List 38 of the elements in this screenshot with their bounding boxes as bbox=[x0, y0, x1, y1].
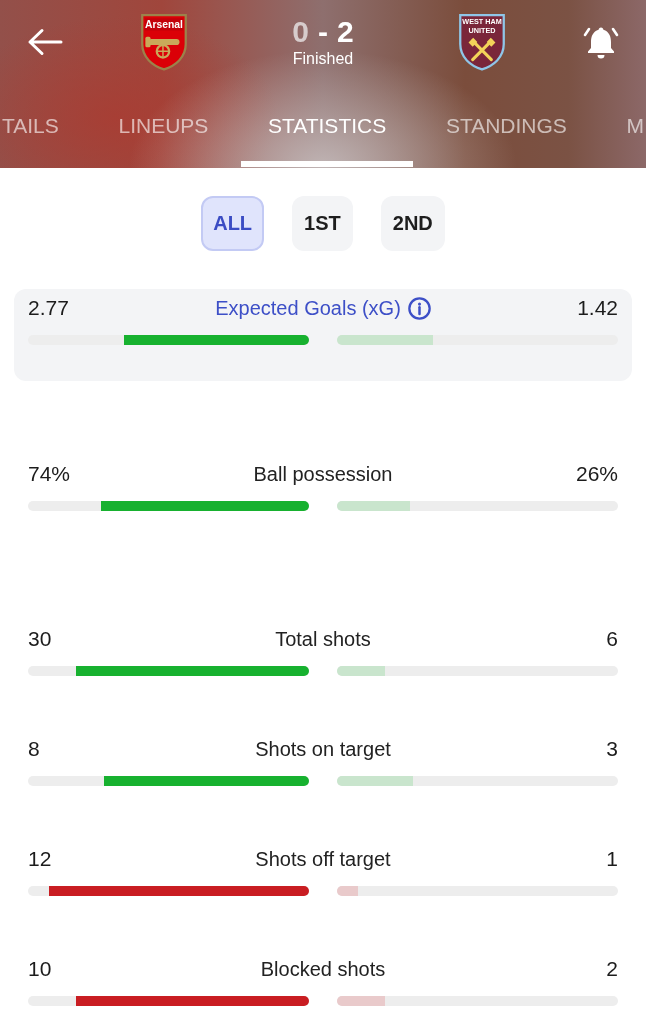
away-value: 3 bbox=[606, 737, 618, 761]
crest-wordmark: UNITED bbox=[468, 26, 496, 36]
home-value: 30 bbox=[28, 627, 52, 651]
home-value: 12 bbox=[28, 847, 52, 871]
stat-title: Total shots bbox=[275, 627, 371, 651]
stat-title: Shots off target bbox=[255, 847, 391, 871]
home-value: 2.77 bbox=[28, 296, 69, 320]
away-value: 6 bbox=[606, 627, 618, 651]
period-button[interactable]: 1ST bbox=[292, 196, 353, 251]
back-arrow-icon bbox=[27, 28, 63, 56]
cannon-icon bbox=[145, 36, 180, 59]
tab[interactable]: STATISTICS bbox=[241, 100, 414, 167]
crest-wordmark: Arsenal bbox=[145, 19, 183, 30]
match-status: Finished bbox=[292, 49, 354, 69]
stat-title: Ball possession bbox=[253, 462, 393, 486]
stat-title: Blocked shots bbox=[260, 957, 386, 981]
back-button[interactable] bbox=[27, 28, 63, 56]
tab[interactable]: LINEUPS bbox=[91, 100, 236, 167]
tab[interactable]: STANDINGS bbox=[418, 100, 594, 167]
stat-title: Expected Goals (xG) bbox=[215, 296, 401, 320]
crossed-hammers-icon bbox=[468, 37, 496, 62]
away-value: 26% bbox=[575, 462, 618, 486]
home-value: 10 bbox=[28, 957, 52, 981]
stat-title: Shots on target bbox=[255, 737, 391, 761]
shield-icon bbox=[459, 13, 505, 71]
away-value: 2 bbox=[606, 957, 618, 981]
home-score: 0 bbox=[292, 15, 309, 49]
tab[interactable]: M bbox=[599, 100, 646, 167]
away-value: 1.42 bbox=[577, 296, 618, 320]
away-value: 1 bbox=[606, 847, 618, 871]
score-separator: - bbox=[318, 15, 328, 49]
period-button[interactable]: 2ND bbox=[380, 196, 445, 251]
period-button[interactable]: ALL bbox=[201, 196, 265, 251]
tab[interactable]: TAILS bbox=[0, 100, 86, 167]
home-value: 8 bbox=[28, 737, 40, 761]
info-icon[interactable] bbox=[407, 296, 431, 320]
away-score: 2 bbox=[337, 15, 354, 49]
home-value: 74% bbox=[28, 462, 71, 486]
